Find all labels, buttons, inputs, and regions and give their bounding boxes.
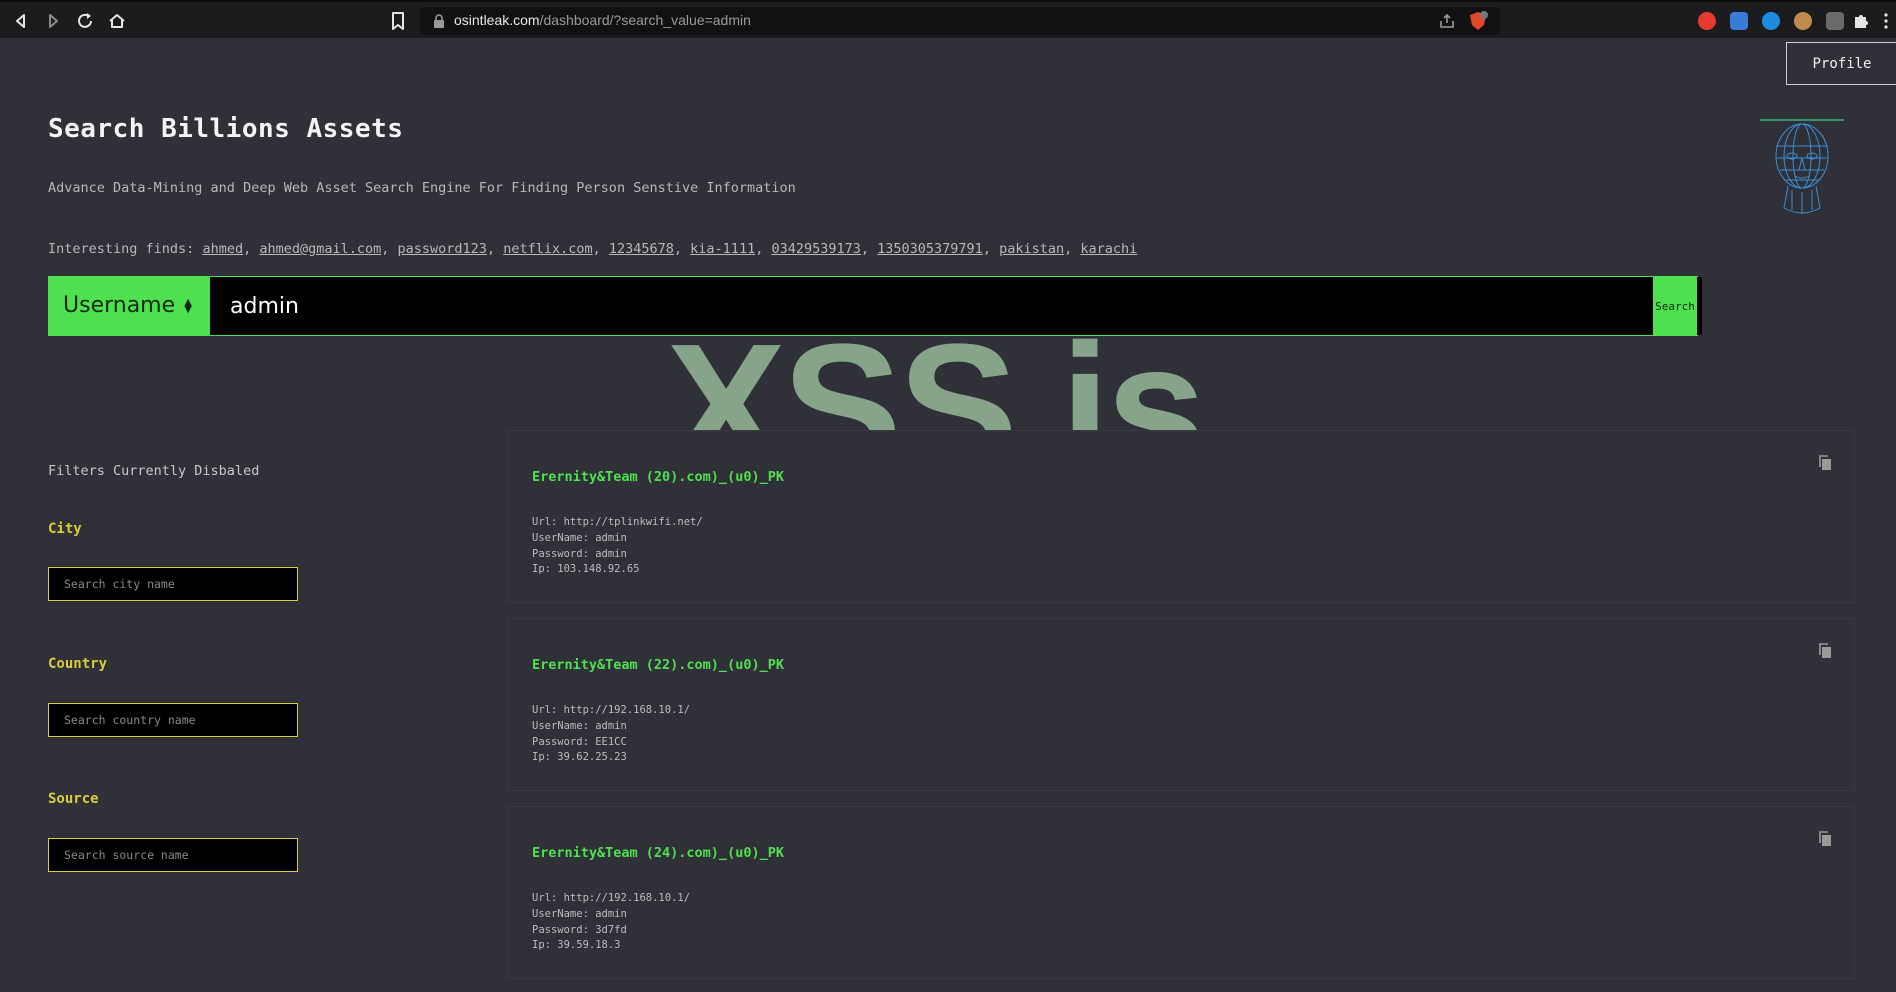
bookmark-icon[interactable] [390,11,406,31]
find-link[interactable]: 1350305379791 [877,241,983,257]
find-link[interactable]: ahmed [202,241,243,257]
source-filter-label: Source [48,791,99,807]
result-ip: Ip: 103.148.92.65 [532,563,640,575]
copy-icon[interactable] [1818,643,1832,659]
url-host: osintleak.com [454,12,540,28]
result-ip: Ip: 39.59.18.3 [532,939,621,951]
result-card: Erernity&Team (22).com)_(u0)_PK Url: htt… [507,618,1855,791]
browser-menu-icon[interactable] [1880,12,1896,30]
result-ip: Ip: 39.62.25.23 [532,751,627,763]
result-password: Password: admin [532,548,627,560]
find-link[interactable]: netflix.com [503,241,592,257]
country-filter-input[interactable] [48,703,298,737]
city-filter-input[interactable] [48,567,298,601]
result-url: Url: http://192.168.10.1/ [532,892,691,904]
result-title: Erernity&Team (20).com)_(u0)_PK [532,469,784,485]
search-type-select[interactable]: Username ▲ ▼ [49,277,210,335]
result-url: Url: http://192.168.10.1/ [532,704,691,716]
find-link[interactable]: 12345678 [609,241,674,257]
country-filter-label: Country [48,656,108,672]
lock-icon [432,13,446,28]
translate-extension-icon[interactable] [1730,12,1748,30]
wireframe-head-illustration [1758,118,1846,218]
back-icon[interactable] [10,10,32,32]
adblock-extension-icon[interactable] [1698,12,1716,30]
json-extension-icon[interactable] [1826,12,1844,30]
search-button[interactable]: Search [1653,277,1697,335]
filters-note: Filters Currently Disbaled [48,463,260,479]
find-link[interactable]: password123 [398,241,487,257]
page-title: Search Billions Assets [48,114,404,144]
cookie-extension-icon[interactable] [1794,12,1812,30]
profile-button[interactable]: Profile [1786,42,1896,85]
brave-shield-icon[interactable] [1468,11,1488,31]
page-subtitle: Advance Data-Mining and Deep Web Asset S… [48,180,796,196]
share-icon[interactable] [1438,12,1456,30]
source-filter-input[interactable] [48,838,298,872]
copy-icon[interactable] [1818,455,1832,471]
extensions-puzzle-icon[interactable] [1852,12,1870,30]
find-link[interactable]: kia-1111 [690,241,755,257]
result-password: Password: 3d7fd [532,924,627,936]
city-filter-label: City [48,521,82,537]
result-password: Password: EE1CC [532,736,627,748]
result-url: Url: http://tplinkwifi.net/ [532,516,703,528]
reload-icon[interactable] [74,10,96,32]
shazam-extension-icon[interactable] [1762,12,1780,30]
forward-icon[interactable] [42,10,64,32]
result-card: Erernity&Team (20).com)_(u0)_PK Url: htt… [507,430,1855,603]
result-username: UserName: admin [532,720,627,732]
find-link[interactable]: pakistan [999,241,1064,257]
url-path: /dashboard/?search_value=admin [539,12,751,28]
find-link[interactable]: 03429539173 [771,241,860,257]
result-username: UserName: admin [532,532,627,544]
address-url: osintleak.com/dashboard/?search_value=ad… [454,12,751,28]
select-arrows-icon: ▲ ▼ [184,297,192,315]
result-card: Erernity&Team (24).com)_(u0)_PK Url: htt… [507,806,1855,979]
search-type-label: Username [63,293,176,318]
result-username: UserName: admin [532,908,627,920]
interesting-finds: Interesting finds: ahmed, ahmed@gmail.co… [48,241,1138,257]
copy-icon[interactable] [1818,831,1832,847]
result-title: Erernity&Team (22).com)_(u0)_PK [532,657,784,673]
home-icon[interactable] [106,10,128,32]
address-bar[interactable]: osintleak.com/dashboard/?search_value=ad… [420,7,1500,35]
find-link[interactable]: ahmed@gmail.com [259,241,381,257]
result-title: Erernity&Team (24).com)_(u0)_PK [532,845,784,861]
browser-toolbar: osintleak.com/dashboard/?search_value=ad… [0,0,1896,38]
find-link[interactable]: karachi [1080,241,1137,257]
finds-label: Interesting finds: [48,241,203,257]
